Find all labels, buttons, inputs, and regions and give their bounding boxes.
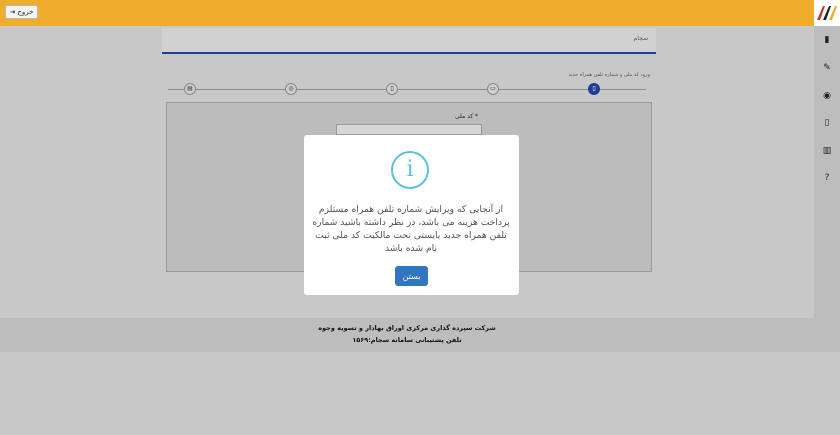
info-icon: i [391,151,429,189]
close-button[interactable]: بستن [395,266,428,286]
dialog-message: از آنجایی که ویرایش شماره تلفن همراه مست… [312,204,510,254]
